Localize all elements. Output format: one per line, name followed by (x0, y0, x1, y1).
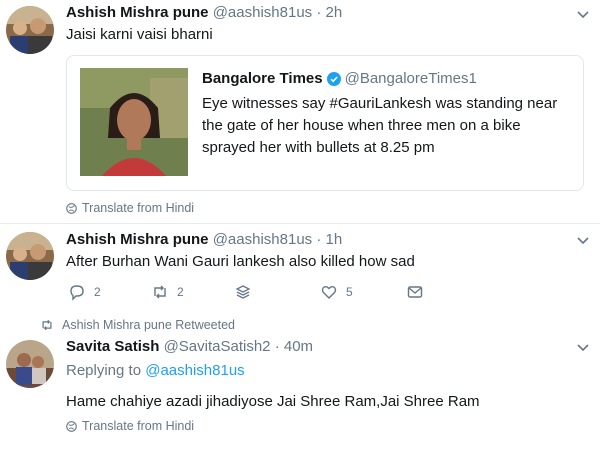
retweeted-by[interactable]: Ashish Mishra pune Retweeted (62, 318, 235, 332)
globe-icon (66, 420, 77, 432)
avatar[interactable] (6, 232, 54, 280)
quoted-tweet[interactable]: Bangalore Times @BangaloreTimes1 Eye wit… (66, 55, 584, 191)
avatar[interactable] (6, 6, 54, 54)
direct-message-button[interactable] (406, 283, 424, 301)
tweet-text: After Burhan Wani Gauri lankesh also kil… (66, 253, 415, 270)
quoted-tweet-text: Eye witnesses say #GauriLankesh was stan… (202, 95, 558, 156)
retweet-icon (154, 285, 166, 299)
replying-to: Replying to @aashish81us (66, 361, 580, 381)
quoted-tweet-image (80, 68, 188, 176)
tweet-header: Savita Satish @SavitaSatish2 · 40m (66, 337, 580, 357)
tweet-3[interactable]: Savita Satish @SavitaSatish2 · 40m Reply… (0, 335, 600, 450)
translate-link[interactable]: Translate from Hindi (66, 419, 194, 433)
author-name[interactable]: Ashish Mishra pune (66, 4, 209, 21)
quoted-author-handle[interactable]: @BangaloreTimes1 (345, 69, 477, 89)
envelope-icon (407, 286, 423, 298)
like-count: 5 (346, 285, 353, 299)
tweet-text: Jaisi karni vaisi bharni (66, 26, 213, 43)
globe-icon (66, 202, 77, 214)
retweet-button[interactable]: 2 (151, 283, 184, 301)
timestamp[interactable]: · 2h (316, 4, 342, 21)
author-handle[interactable]: @aashish81us (213, 4, 312, 21)
tweet-actions: 2 2 5 (66, 283, 426, 303)
chevron-down-icon[interactable] (576, 8, 590, 22)
verified-badge-icon (326, 72, 341, 86)
tweet-1[interactable]: Ashish Mishra pune @aashish81us · 2h Jai… (0, 0, 600, 222)
translate-label[interactable]: Translate from Hindi (82, 419, 194, 433)
retweet-count: 2 (177, 285, 184, 299)
heart-icon (321, 286, 337, 299)
translate-link[interactable]: Translate from Hindi (66, 201, 194, 215)
reply-count: 2 (94, 285, 101, 299)
quoted-author-name[interactable]: Bangalore Times (202, 69, 323, 89)
retweet-icon (42, 319, 52, 331)
chevron-down-icon[interactable] (576, 234, 590, 248)
layers-icon (235, 285, 251, 299)
stack-button[interactable] (234, 283, 252, 301)
like-button[interactable]: 5 (320, 283, 353, 301)
author-name[interactable]: Ashish Mishra pune (66, 231, 209, 248)
reply-icon (70, 285, 84, 301)
quoted-tweet-header: Bangalore Times @BangaloreTimes1 (202, 69, 573, 89)
timestamp[interactable]: · 1h (316, 231, 342, 248)
replying-to-handle[interactable]: @aashish81us (145, 362, 244, 379)
avatar[interactable] (6, 340, 54, 388)
reply-button[interactable]: 2 (68, 283, 101, 301)
retweet-context: Ashish Mishra pune Retweeted (40, 318, 235, 332)
replying-prefix: Replying to (66, 362, 142, 379)
chevron-down-icon[interactable] (576, 341, 590, 355)
author-handle[interactable]: @aashish81us (213, 231, 312, 248)
timestamp[interactable]: · 40m (275, 338, 313, 355)
translate-label[interactable]: Translate from Hindi (82, 201, 194, 215)
tweet-text: Hame chahiye azadi jihadiyose Jai Shree … (66, 393, 480, 410)
tweet-header: Ashish Mishra pune @aashish81us · 1h (66, 230, 580, 250)
author-name[interactable]: Savita Satish (66, 338, 159, 355)
author-handle[interactable]: @SavitaSatish2 (164, 338, 271, 355)
tweet-header: Ashish Mishra pune @aashish81us · 2h (66, 3, 580, 23)
